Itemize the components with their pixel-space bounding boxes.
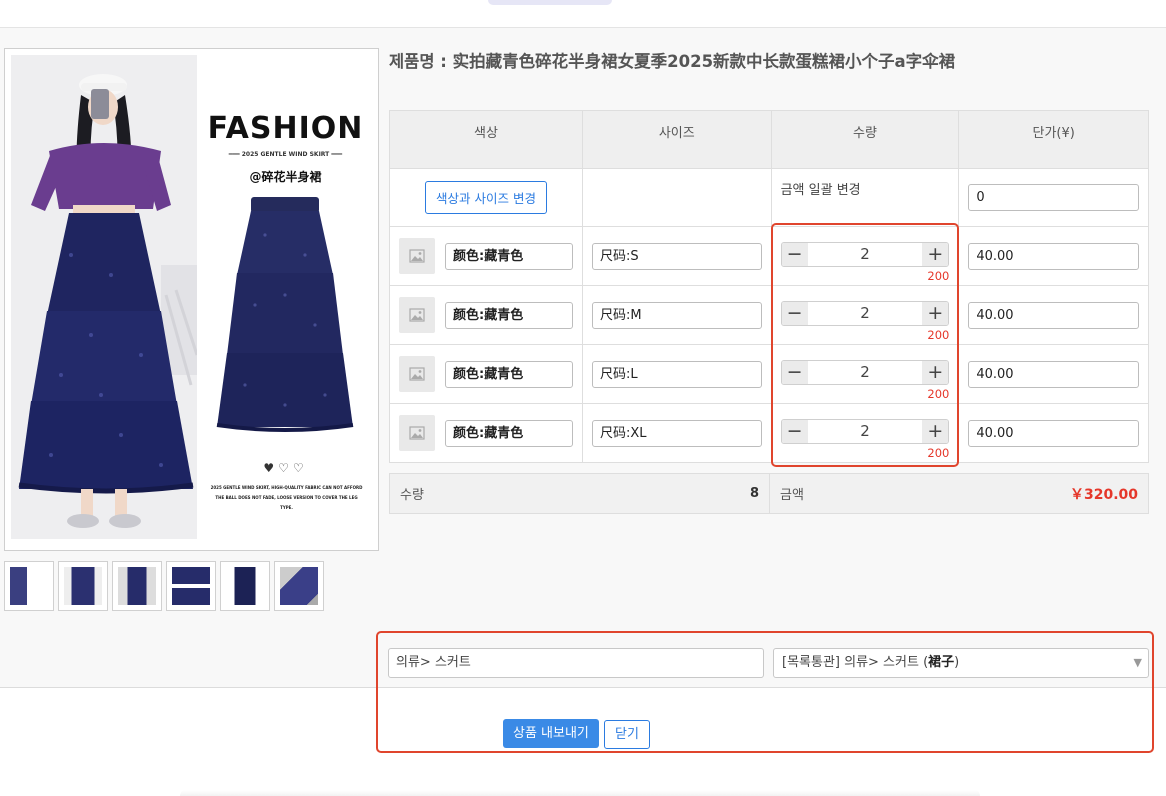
product-title: 제품명 : 实拍藏青色碎花半身裙女夏季2025新款中长款蛋糕裙小个子a字伞裙 [389,52,956,71]
thumbnail[interactable] [220,561,270,611]
unit-price-input[interactable]: 40.00 [968,360,1139,388]
model-photo [11,55,197,539]
size-input[interactable]: 尺码:XL [592,419,762,447]
summary-amount-label: 금액 [780,488,804,503]
table-row: 颜色:藏青色 尺码:L − 2 + 200 40.00 [389,344,1149,404]
table-header-row: 색상 사이즈 수량 단가(¥) [389,110,1149,169]
thumbnail[interactable] [4,561,54,611]
hearts-decoration: ♥♡♡ [263,461,308,475]
category-highlight-frame [376,631,1154,753]
skirt-illustration [216,197,354,432]
header-color: 색상 [389,110,583,169]
fashion-headline: FASHION [207,111,364,146]
bulk-edit-row: 색상과 사이즈 변경 금액 일괄 변경 0 [389,168,1149,227]
fashion-tag: @碎花半身裙 [249,170,322,184]
bulk-price-input[interactable]: 0 [968,184,1139,211]
color-input[interactable]: 颜色:藏青色 [445,242,573,270]
image-placeholder-icon[interactable] [399,297,435,333]
thumbnail[interactable] [274,561,324,611]
unit-price-input[interactable]: 40.00 [968,419,1139,447]
unit-price-input[interactable]: 40.00 [968,301,1139,329]
table-row: 颜色:藏青色 尺码:M − 2 + 200 40.00 [389,285,1149,345]
order-summary: 수량 8 금액 ￥320.00 [389,473,1149,514]
fashion-subtitle: ━━━ 2025 GENTLE WIND SKIRT ━━━ [228,151,343,158]
thumbnail-strip [4,561,324,611]
header-unit-price: 단가(¥) [958,110,1149,169]
color-input[interactable]: 颜色:藏青色 [445,360,573,388]
summary-amount-value: ￥320.00 [1069,486,1138,503]
change-color-size-button[interactable]: 색상과 사이즈 변경 [425,181,547,214]
table-row: 颜色:藏青色 尺码:XL − 2 + 200 40.00 [389,403,1149,463]
header-quantity: 수량 [770,110,960,169]
quantity-highlight-frame [771,223,959,467]
options-table: 색상 사이즈 수량 단가(¥) 색상과 사이즈 변경 금액 일괄 변경 0 颜色… [389,110,1149,463]
thumbnail[interactable] [58,561,108,611]
size-input[interactable]: 尺码:M [592,301,762,329]
main-product-image: FASHION ━━━ 2025 GENTLE WIND SKIRT ━━━ @… [4,48,379,551]
size-input[interactable]: 尺码:S [592,242,762,270]
model-illustration [11,55,197,539]
table-row: 颜色:藏青色 尺码:S − 2 + 200 40.00 [389,226,1149,286]
footer-shade [180,790,980,796]
bulk-price-label: 금액 일괄 변경 [780,183,861,198]
image-placeholder-icon[interactable] [399,238,435,274]
summary-qty-value: 8 [749,486,759,501]
color-input[interactable]: 颜色:藏青色 [445,301,573,329]
thumbnail[interactable] [112,561,162,611]
color-input[interactable]: 颜色:藏青色 [445,419,573,447]
image-placeholder-icon[interactable] [399,356,435,392]
summary-qty-label: 수량 [400,488,424,503]
thumbnail[interactable] [166,561,216,611]
header-size: 사이즈 [582,110,772,169]
top-indicator [488,0,612,5]
top-bar [0,0,1166,28]
size-input[interactable]: 尺码:L [592,360,762,388]
unit-price-input[interactable]: 40.00 [968,242,1139,270]
image-placeholder-icon[interactable] [399,415,435,451]
fashion-promo-panel: FASHION ━━━ 2025 GENTLE WIND SKIRT ━━━ @… [197,55,374,539]
fine-print: 2025 GENTLE WIND SKIRT, HIGH-QUALITY FAB… [210,485,363,510]
